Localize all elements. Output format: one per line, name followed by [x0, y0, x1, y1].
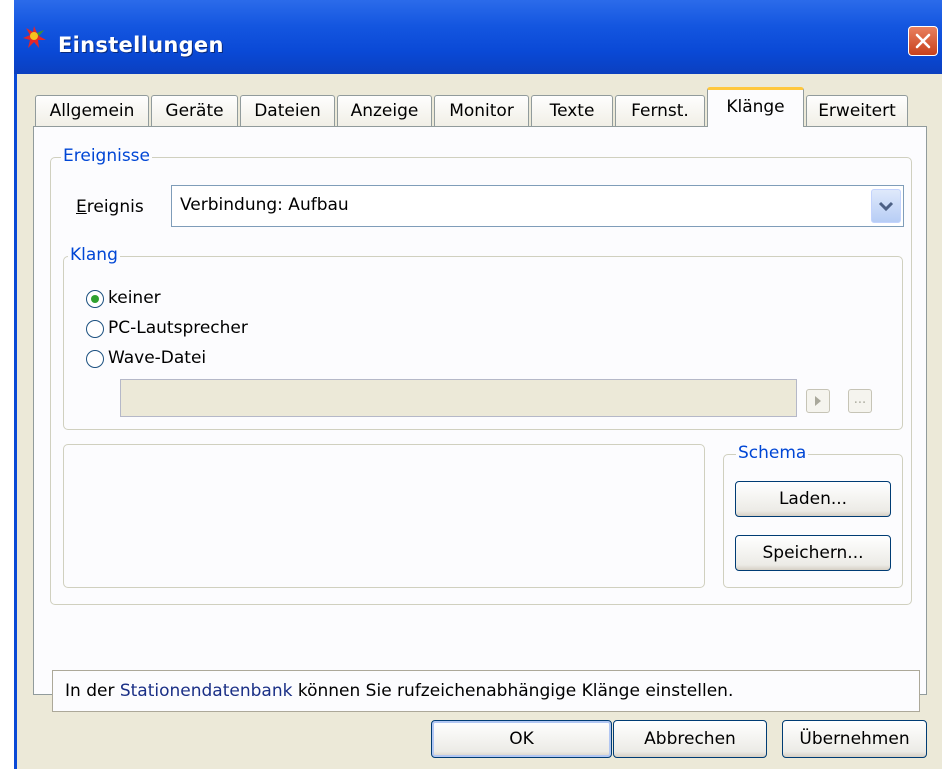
tab-label: Anzeige — [350, 101, 419, 121]
browse-button[interactable]: ... — [848, 389, 872, 413]
events-group: Ereignisse Ereignis Verbindung: Aufbau K… — [50, 146, 912, 605]
tab-label: Klänge — [726, 97, 785, 117]
radio-pc-lautsprecher[interactable] — [86, 320, 104, 338]
radio-selected-dot — [91, 295, 99, 303]
schema-group: Schema Laden... Speichern... — [723, 443, 903, 588]
tab-panel-klaenge: Ereignisse Ereignis Verbindung: Aufbau K… — [33, 126, 927, 712]
sound-group: Klang keiner PC-Lautsprecher Wave-Datei … — [63, 245, 903, 430]
app-icon — [23, 26, 46, 48]
apply-button-label: Übernehmen — [799, 729, 910, 749]
cancel-button-label: Abbrechen — [644, 729, 736, 749]
tab-label: Fernst. — [631, 101, 689, 121]
window-title: Einstellungen — [58, 33, 224, 57]
load-button[interactable]: Laden... — [735, 481, 891, 517]
tab-anzeige[interactable]: Anzeige — [337, 95, 432, 126]
dialog-window: Allgemein Geräte Dateien Anzeige Monitor… — [14, 74, 942, 769]
sound-group-legend: Klang — [68, 245, 120, 265]
save-button[interactable]: Speichern... — [735, 535, 891, 571]
apply-button[interactable]: Übernehmen — [782, 720, 927, 758]
save-button-label: Speichern... — [762, 543, 864, 563]
info-box: In der Stationendatenbank können Sie ruf… — [52, 670, 920, 712]
wave-file-input[interactable] — [120, 379, 797, 417]
radio-keiner[interactable] — [86, 290, 104, 308]
title-bar[interactable]: Einstellungen — [14, 0, 942, 74]
browse-button-label: ... — [853, 392, 867, 407]
tab-label: Allgemein — [49, 101, 135, 121]
tab-texte[interactable]: Texte — [531, 95, 613, 126]
tab-klaenge[interactable]: Klänge — [707, 87, 804, 127]
event-dropdown[interactable]: Verbindung: Aufbau — [171, 185, 904, 227]
event-dropdown-value: Verbindung: Aufbau — [180, 195, 349, 215]
radio-label-pc-lautsprecher: PC-Lautsprecher — [108, 318, 248, 338]
play-icon — [815, 396, 821, 406]
radio-wave-datei[interactable] — [86, 350, 104, 368]
tab-label: Monitor — [449, 101, 514, 121]
tab-erweitert[interactable]: Erweitert — [806, 95, 908, 126]
load-button-label: Laden... — [778, 489, 848, 509]
radio-label-keiner: keiner — [108, 288, 161, 308]
radio-label-wave-datei: Wave-Datei — [108, 348, 207, 368]
ok-button-label: OK — [509, 729, 534, 749]
tab-monitor[interactable]: Monitor — [434, 95, 529, 126]
tab-allgemein[interactable]: Allgemein — [35, 95, 149, 126]
play-button[interactable] — [806, 389, 830, 413]
description-box — [63, 444, 705, 588]
tab-label: Dateien — [254, 101, 321, 121]
tab-geraete[interactable]: Geräte — [151, 95, 238, 126]
dropdown-button[interactable] — [871, 189, 901, 223]
schema-group-legend: Schema — [736, 443, 809, 463]
chevron-down-icon — [878, 201, 894, 212]
tab-label: Geräte — [165, 101, 224, 121]
events-group-legend: Ereignisse — [61, 146, 153, 166]
close-button[interactable] — [908, 26, 938, 56]
tab-label: Texte — [549, 101, 595, 121]
ok-button[interactable]: OK — [431, 720, 612, 758]
station-database-link[interactable]: Stationendatenbank — [120, 681, 293, 701]
tab-fernst[interactable]: Fernst. — [615, 95, 705, 126]
event-label: Ereignis — [76, 197, 144, 217]
close-icon — [915, 33, 931, 49]
info-text: In der Stationendatenbank können Sie ruf… — [65, 681, 734, 701]
tab-label: Erweitert — [818, 101, 896, 121]
tab-dateien[interactable]: Dateien — [240, 95, 335, 126]
cancel-button[interactable]: Abbrechen — [613, 720, 767, 758]
